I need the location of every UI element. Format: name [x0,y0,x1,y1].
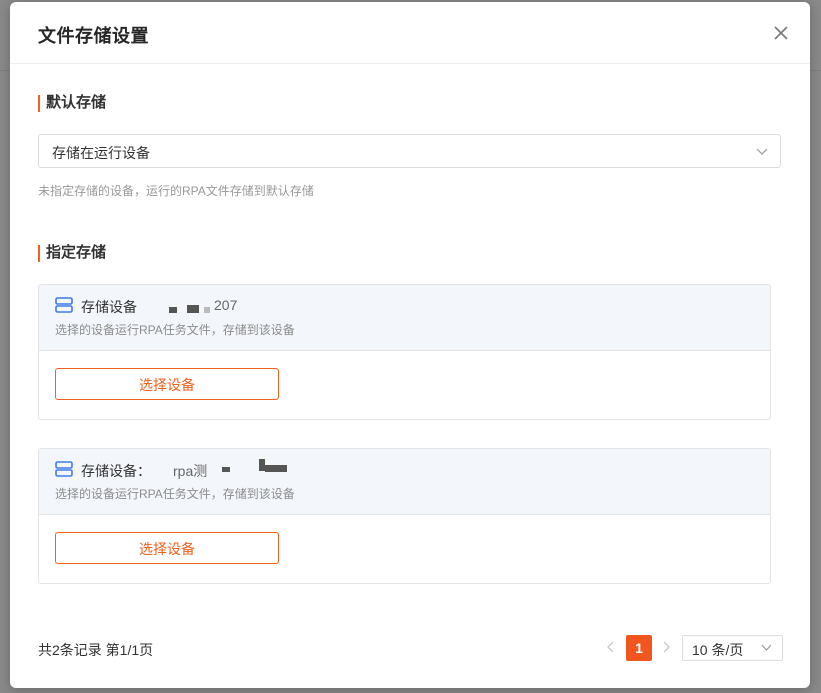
select-device-button[interactable]: 选择设备 [55,368,279,400]
chevron-down-icon [756,148,768,155]
close-icon [774,26,788,40]
pagination-total: 共2条记录 第1/1页 [38,642,154,658]
storage-device-desc: 选择的设备运行RPA任务文件，存储到该设备 [55,323,295,337]
redacted-text [204,307,210,313]
chevron-right-icon [663,641,670,653]
chevron-down-icon [761,644,772,651]
dialog-title: 文件存储设置 [38,26,149,46]
page-size-select[interactable]: 10 条/页 [682,635,783,661]
next-page-button[interactable] [660,640,672,654]
storage-device-card: 存储设备 207 选择的设备运行RPA任务文件，存储到该设备 选择设备 [38,284,771,420]
redacted-text [265,465,287,472]
storage-device-card: 存储设备： rpa测 选择的设备运行RPA任务文件，存储到该设备 选择设备 [38,448,771,584]
default-storage-selected-value: 存储在运行设备 [52,145,150,161]
server-icon [55,461,73,477]
redacted-text [169,307,177,313]
page-size-value: 10 条/页 [692,642,744,658]
storage-device-desc: 选择的设备运行RPA任务文件，存储到该设备 [55,487,295,501]
storage-device-label: 存储设备： [81,463,151,479]
default-storage-hint: 未指定存储的设备，运行的RPA文件存储到默认存储 [38,184,314,198]
backdrop-divider [810,70,821,71]
chevron-left-icon [607,641,614,653]
specified-storage-title: 指定存储 [38,244,106,262]
storage-device-card-header: 存储设备 207 选择的设备运行RPA任务文件，存储到该设备 [39,285,770,351]
select-device-button[interactable]: 选择设备 [55,532,279,564]
storage-device-name-partial: 207 [214,297,238,313]
default-storage-select[interactable]: 存储在运行设备 [38,134,781,168]
close-button[interactable] [770,22,792,44]
server-icon [55,297,73,313]
default-storage-title: 默认存储 [38,94,106,112]
redacted-text [187,305,199,313]
storage-device-name-partial: rpa测 [173,463,208,479]
dialog-header: 文件存储设置 [10,2,810,64]
storage-device-card-header: 存储设备： rpa测 选择的设备运行RPA任务文件，存储到该设备 [39,449,770,515]
file-storage-settings-dialog: 文件存储设置 默认存储 存储在运行设备 未指定存储的设备，运行的RPA文件存储到… [10,2,810,688]
redacted-text [222,467,230,472]
backdrop-divider [0,70,10,71]
previous-page-button[interactable] [605,640,617,654]
storage-device-label: 存储设备 [81,299,137,315]
page-number-current[interactable]: 1 [626,635,652,661]
